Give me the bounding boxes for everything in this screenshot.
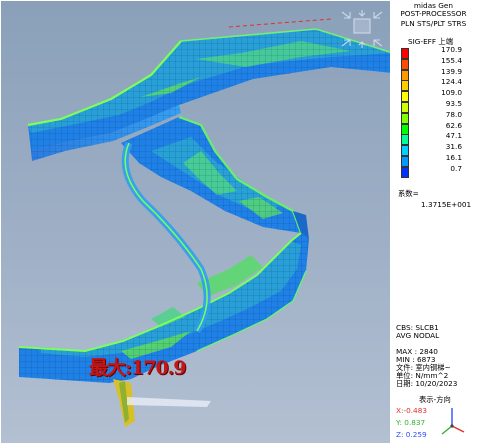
- legend-tick-label: 124.4: [441, 77, 462, 87]
- legend-color-box: [401, 48, 409, 59]
- axis-y-value: Y: 0.837: [396, 418, 426, 427]
- legend-color-box: [401, 58, 409, 70]
- date-label: 日期: 10/20/2023: [396, 379, 458, 388]
- middle-flight: [121, 115, 309, 239]
- midas-postprocessor-window: 最大:170.9 midas Gen POST-PROCESSOR PLN ST…: [0, 0, 477, 445]
- legend-tick-label: 62.6: [445, 120, 462, 130]
- legend-color-box: [401, 102, 409, 113]
- legend-tick-label: 155.4: [441, 55, 462, 65]
- legend-tick-label: 109.0: [441, 88, 462, 98]
- legend-tick-label: 47.1: [445, 131, 462, 141]
- legend-color-box: [401, 134, 409, 146]
- view-cube-icon[interactable]: [338, 8, 386, 50]
- factor-label: 系数=: [398, 189, 419, 198]
- view-direction-label: 表示-方向: [419, 395, 451, 404]
- legend-color-box: [401, 112, 409, 124]
- max-value-marker: 最大:170.9: [89, 357, 187, 379]
- legend-tick-label: 31.6: [445, 142, 462, 152]
- nodal-avg-label: AVG NODAL: [396, 331, 440, 340]
- mode-label: POST-PROCESSOR: [400, 9, 467, 18]
- legend-tick-label: 93.5: [445, 99, 462, 108]
- legend-color-box: [401, 80, 409, 92]
- legend-tick-label: 139.9: [441, 66, 462, 76]
- legend-tick-label: 78.0: [445, 109, 462, 119]
- legend-tick-label: 16.1: [445, 153, 462, 162]
- factor-value: 1.3715E+001: [421, 200, 472, 209]
- axis-x-value: X:-0.483: [396, 406, 427, 415]
- spiral-stair-stress-contour: [18, 18, 390, 427]
- legend-color-box: [401, 123, 409, 135]
- model-viewport[interactable]: 最大:170.9: [1, 1, 390, 443]
- legend-tick-label: 0.7: [450, 163, 462, 173]
- axis-triad-icon: [441, 408, 465, 435]
- legend-tick-label: 170.9: [441, 45, 462, 54]
- result-info-panel: midas Gen POST-PROCESSOR PLN STS/PLT STR…: [390, 0, 477, 445]
- legend-color-box: [401, 156, 409, 167]
- legend-color-box: [401, 91, 409, 103]
- legend-color-box: [401, 166, 409, 178]
- legend-color-box: [401, 69, 409, 81]
- legend-color-box: [401, 145, 409, 157]
- base-support: [113, 379, 211, 427]
- result-type-label: PLN STS/PLT STRS: [400, 19, 467, 28]
- axis-z-value: Z: 0.259: [396, 430, 427, 439]
